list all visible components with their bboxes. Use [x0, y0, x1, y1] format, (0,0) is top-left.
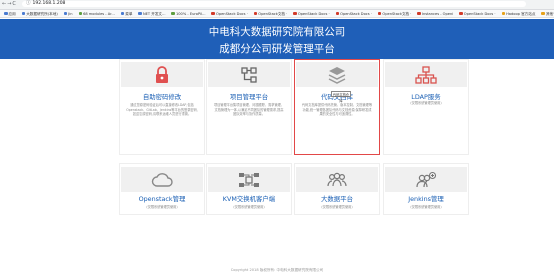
bookmark-label: NET 开发文...	[142, 11, 166, 16]
card-icon-area	[121, 62, 203, 87]
card-project-management[interactable]: 项目管理平台 项目管理平台集项目管理、问题跟踪、需求管理、文档管理为一体,以满足…	[206, 59, 292, 155]
card-icon-area	[208, 62, 290, 87]
bookmark-favicon-icon	[4, 11, 8, 16]
bookmark-label: OpenStack文档 ·	[382, 11, 412, 16]
bookmark-item[interactable]: Hadoop 官方站点	[500, 10, 538, 17]
bookmark-label: 100% - EuroPil...	[175, 11, 206, 16]
card-title: Openstack管理	[138, 195, 186, 203]
bookmark-favicon-icon	[417, 11, 421, 16]
card-title: Jenkins管理	[408, 195, 444, 203]
bookmark-item[interactable]: OpenStack Docs ·	[209, 10, 249, 17]
bookmark-item[interactable]: OpenStack文档 ·	[252, 10, 290, 17]
bookmark-favicon-icon	[171, 11, 175, 16]
card-bigdata[interactable]: 大数据平台 (仅限系统管理员使用)	[294, 163, 380, 215]
bookmarks-bar: 应用 大数据研究所(本地) Jin 68 modules - Ar... 菜单 NET 开…	[0, 10, 554, 18]
bookmark-favicon-icon	[541, 11, 545, 16]
card-code-docs[interactable]: 代码文档库 代码文档库提供代码托管、版本控制、文档管理等功能,统一管理各团队代码…	[294, 59, 380, 155]
bookmark-favicon-icon	[138, 11, 142, 16]
card-title: KVM交换机客户端	[222, 195, 276, 203]
address-bar: ←→C ⓘ 192.168.1.208	[0, 0, 554, 10]
card-icon-area	[208, 167, 290, 192]
bookmark-favicon-icon	[253, 11, 258, 16]
bookmark-favicon-icon	[459, 11, 463, 16]
users-add-icon	[416, 171, 437, 187]
bookmark-item[interactable]: 68 modules - Ar...	[77, 10, 117, 17]
bookmark-favicon-icon	[120, 11, 125, 16]
bookmark-item[interactable]: OpenStack文档 ·	[376, 10, 414, 17]
bookmark-label: Instances - Openi	[421, 11, 454, 16]
bookmark-label: 应用	[8, 11, 16, 16]
platform-title: 成都分公司研发管理平台	[219, 43, 335, 55]
card-description: (仅限系统管理员使用)	[410, 205, 442, 209]
card-description: (仅限系统管理员使用)	[146, 205, 178, 209]
url-field[interactable]: ⓘ 192.168.1.208	[22, 1, 526, 7]
card-icon-area	[296, 62, 378, 87]
card-kvm[interactable]: KVM交换机客户端 (仅限系统管理员使用)	[206, 163, 292, 215]
bookmark-item[interactable]: 菜单	[119, 10, 135, 17]
card-password[interactable]: 自助密码修改 通过您原密码验证后可以直接修改LDAP,包括Openstack、G…	[119, 59, 205, 155]
bookmark-item[interactable]: 100% - EuroPil...	[169, 10, 207, 17]
card-icon-area	[121, 167, 203, 192]
card-title: 自助密码修改	[142, 93, 182, 101]
bookmark-item[interactable]: OpenStack Docs ·	[291, 10, 331, 17]
card-description: (仅限系统管理员使用)	[410, 101, 442, 105]
users-group-icon	[327, 172, 347, 186]
footer-copyright: Copyright 2018 版权所有: 中电科大数据研究院有限公司	[230, 268, 324, 272]
bookmark-label: OpenStack Docs ·	[463, 11, 496, 16]
bookmark-label: 大数据研究所(本地)	[26, 11, 58, 16]
bookmark-item[interactable]: 大数据研究所(本地)	[20, 10, 60, 17]
info-icon: ⓘ	[26, 1, 31, 6]
bookmark-label: 菜单	[125, 11, 133, 16]
bookmark-label: OpenStack Docs ·	[340, 11, 372, 16]
bookmark-item[interactable]: 其他书签	[539, 10, 554, 17]
card-title: 大数据平台	[321, 195, 353, 203]
bookmark-label: 68 modules - Ar...	[83, 11, 115, 16]
bookmark-item[interactable]: Jin	[62, 10, 75, 17]
bookmark-favicon-icon	[293, 11, 297, 16]
site-header: 中电科大数据研究院有限公司 成都分公司研发管理平台	[0, 19, 554, 59]
bookmark-label: OpenStack Docs ·	[297, 11, 330, 16]
bookmark-favicon-icon	[501, 11, 506, 16]
bookmark-item[interactable]: Instances - Openi	[415, 10, 455, 17]
card-icon-area	[385, 62, 467, 87]
tooltip: 代码文档仓库	[331, 91, 351, 103]
card-title: 项目管理平台	[229, 93, 269, 101]
bookmark-item[interactable]: OpenStack Docs ·	[334, 10, 374, 17]
bookmark-label: Jin	[68, 11, 73, 16]
bookmark-favicon-icon	[21, 11, 26, 16]
bookmark-favicon-icon	[78, 11, 83, 16]
layers-icon	[328, 66, 346, 84]
card-description: 项目管理平台集项目管理、问题跟踪、需求管理、文档管理为一体,以满足不同团队的管理…	[213, 103, 285, 117]
bookmark-item[interactable]: 应用	[2, 10, 18, 17]
card-ldap[interactable]: LDAP服务 (仅限系统管理员使用)	[383, 59, 469, 155]
cloud-icon	[151, 172, 173, 187]
bookmark-label: Hadoop 官方站点	[506, 11, 536, 16]
network-tree-icon	[415, 65, 437, 84]
browser-nav-icons[interactable]: ←→C	[2, 1, 17, 7]
project-tree-icon	[241, 66, 257, 83]
card-jenkins[interactable]: Jenkins管理 (仅限系统管理员使用)	[383, 163, 469, 215]
company-title: 中电科大数据研究院有限公司	[208, 26, 346, 38]
card-description: (仅限系统管理员使用)	[321, 205, 353, 209]
card-description: (仅限系统管理员使用)	[233, 205, 265, 209]
bookmark-favicon-icon	[63, 11, 68, 16]
card-openstack[interactable]: Openstack管理 (仅限系统管理员使用)	[119, 163, 205, 215]
bookmark-item[interactable]: OpenStack Docs ·	[457, 10, 497, 17]
card-description: 代码文档库提供代码托管、版本控制、文档管理等功能,统一管理各团队代码与文档资源,…	[301, 103, 373, 117]
bookmark-label: OpenStack Docs ·	[215, 11, 248, 16]
bookmark-label: 其他书签	[545, 11, 554, 16]
url-text: 192.168.1.208	[32, 1, 66, 6]
bookmark-item[interactable]: NET 开发文...	[136, 10, 167, 17]
card-icon-area	[296, 167, 378, 192]
card-icon-area	[385, 167, 467, 192]
bookmark-label: OpenStack文档 ·	[258, 11, 288, 16]
bookmark-favicon-icon	[335, 11, 340, 16]
bookmark-favicon-icon	[211, 11, 215, 16]
lock-icon	[156, 65, 168, 83]
kvm-switch-icon	[239, 172, 259, 187]
bookmark-favicon-icon	[377, 11, 382, 16]
card-description: 通过您原密码验证后可以直接修改LDAP,包括Openstack、GitLab、J…	[126, 103, 198, 117]
